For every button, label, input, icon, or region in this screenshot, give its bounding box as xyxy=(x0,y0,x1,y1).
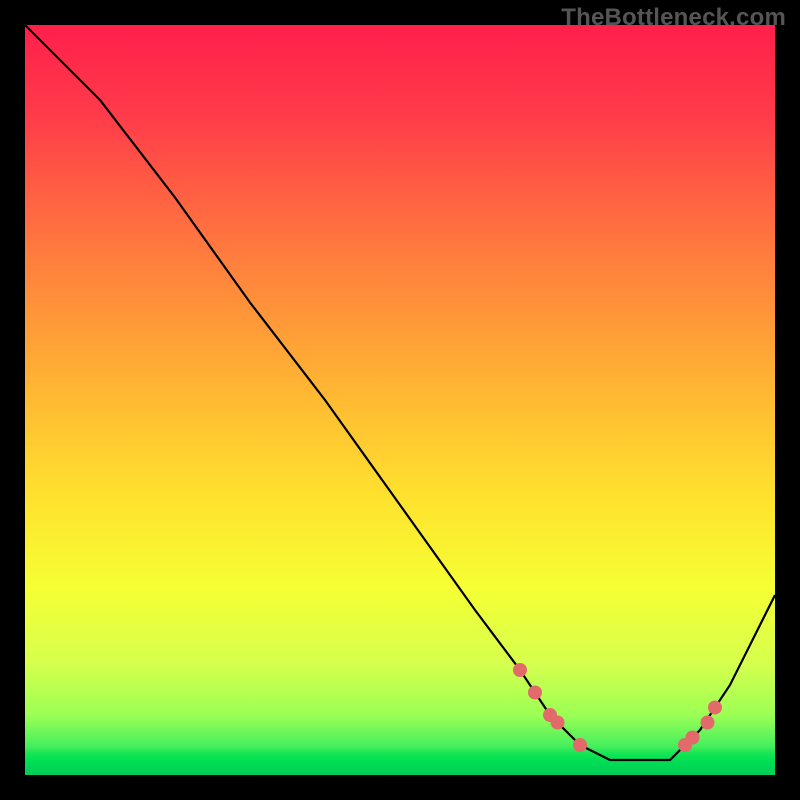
data-point xyxy=(514,664,527,677)
chart-stage: TheBottleneck.com xyxy=(0,0,800,800)
curve-path xyxy=(25,25,775,760)
data-point xyxy=(551,716,564,729)
data-point xyxy=(686,731,699,744)
data-point xyxy=(701,716,714,729)
data-point xyxy=(529,686,542,699)
data-point xyxy=(709,701,722,714)
data-point xyxy=(574,739,587,752)
plot-area xyxy=(25,25,775,775)
bottleneck-curve xyxy=(25,25,775,775)
